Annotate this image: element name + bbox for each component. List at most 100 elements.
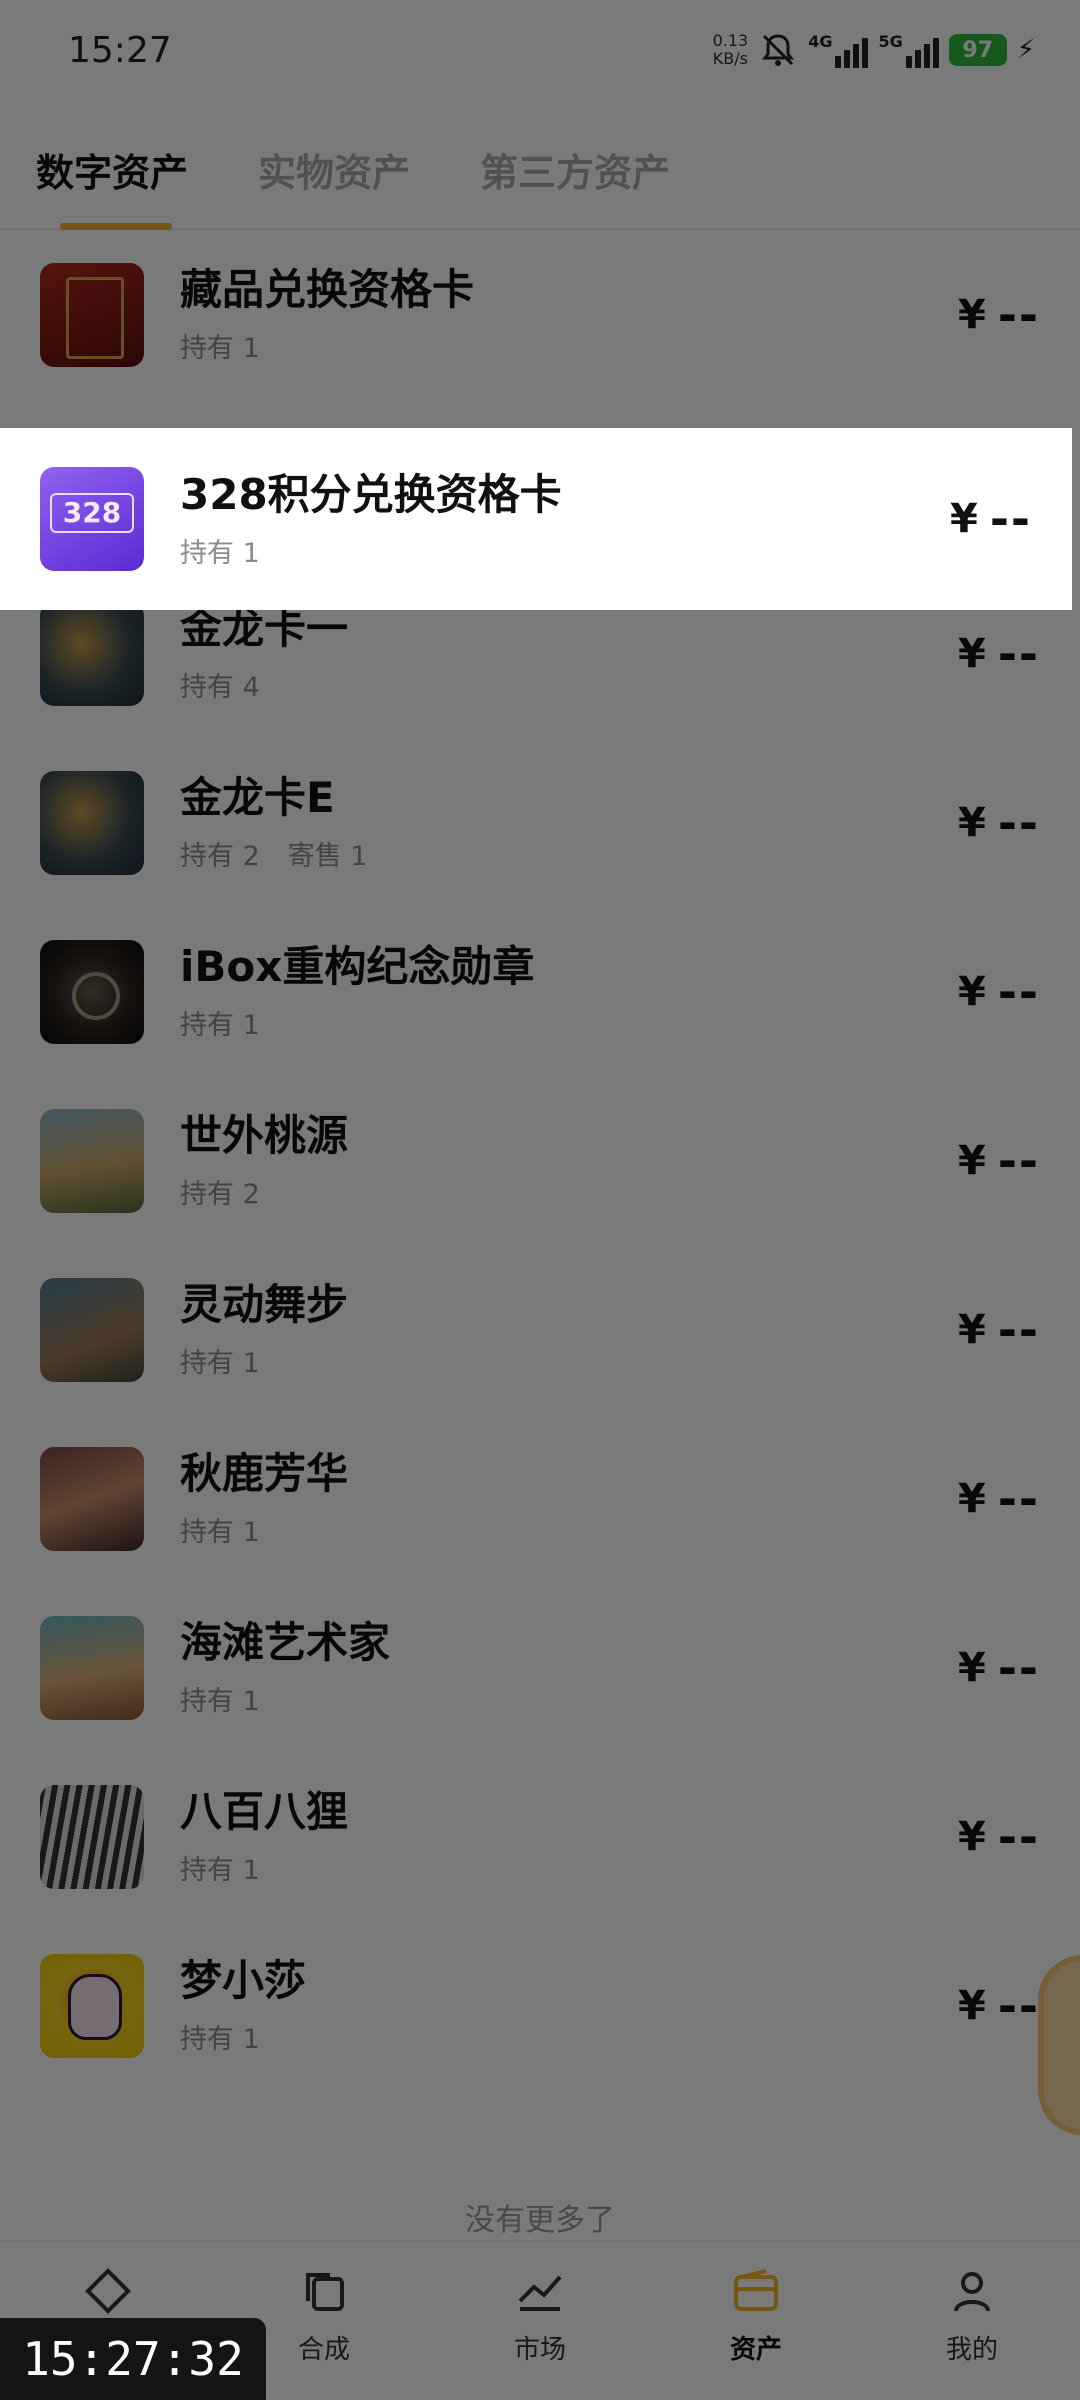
tab-label: 实物资产 — [258, 151, 411, 195]
asset-row[interactable]: 八百八狸 持有 1 ¥ -- — [0, 1752, 1080, 1921]
asset-meta: 持有 1 — [180, 1510, 1080, 1549]
price-value: -- — [997, 1302, 1040, 1357]
asset-price: ¥ -- — [958, 796, 1040, 850]
nav-label: 资产 — [729, 2335, 782, 2365]
asset-meta: 持有 4 — [180, 665, 1080, 704]
asset-meta: 持有 2 寄售 1 — [180, 834, 1080, 873]
price-symbol: ¥ — [957, 1475, 986, 1522]
asset-held-count: 持有 1 — [180, 333, 260, 364]
price-value: -- — [997, 287, 1040, 342]
asset-info: 328积分兑换资格卡 持有 1 — [180, 469, 1072, 570]
asset-meta: 持有 1 — [180, 326, 1080, 365]
profile-icon — [944, 2263, 1000, 2319]
asset-info: 藏品兑换资格卡 持有 1 — [180, 264, 1080, 365]
price-symbol: ¥ — [957, 1982, 986, 2029]
network-speed-value: 0.13 — [712, 31, 749, 50]
asset-meta: 持有 1 — [180, 531, 1072, 570]
nav-market[interactable]: 市场 — [440, 2263, 640, 2366]
nav-profile[interactable]: 我的 — [872, 2263, 1072, 2366]
asset-held-count: 持有 1 — [180, 1517, 260, 1548]
nav-label: 合成 — [297, 2335, 350, 2365]
signal-5g-label: 5G — [878, 32, 903, 51]
asset-tabs: 数字资产 实物资产 第三方资产 — [0, 120, 1080, 230]
price-symbol: ¥ — [957, 1306, 986, 1353]
asset-held-count: 持有 2 — [180, 1179, 260, 1210]
asset-thumbnail — [40, 601, 144, 706]
tab-label: 第三方资产 — [480, 151, 671, 195]
asset-meta: 持有 1 — [180, 1341, 1080, 1380]
asset-thumbnail — [40, 1953, 144, 2058]
price-value: -- — [997, 964, 1040, 1019]
asset-name: 海滩艺术家 — [180, 1618, 391, 1667]
tab-third-party-assets[interactable]: 第三方资产 — [480, 120, 670, 230]
price-value: -- — [997, 626, 1040, 681]
price-symbol: ¥ — [957, 630, 986, 677]
network-speed-unit: KB/s — [712, 49, 748, 68]
asset-held-count: 持有 1 — [180, 1010, 260, 1041]
asset-name: 梦小莎 — [180, 1956, 307, 2005]
asset-price: ¥ -- — [950, 492, 1032, 546]
asset-price: ¥ -- — [958, 1810, 1040, 1864]
price-value: -- — [997, 1471, 1040, 1526]
asset-info: iBox重构纪念勋章 持有 1 — [180, 941, 1080, 1042]
home-icon — [80, 2263, 136, 2319]
asset-row[interactable]: 梦小莎 持有 1 ¥ -- — [0, 1921, 1080, 2090]
price-symbol: ¥ — [949, 496, 978, 542]
signal-4g-icon: 4G — [808, 32, 869, 68]
active-tab-indicator — [60, 223, 172, 230]
highlighted-asset-row[interactable]: 328 328积分兑换资格卡 持有 1 ¥ -- — [0, 428, 1072, 610]
asset-row[interactable]: 秋鹿芳华 持有 1 ¥ -- — [0, 1414, 1080, 1583]
bell-muted-icon — [758, 30, 798, 70]
asset-row[interactable]: 藏品兑换资格卡 持有 1 ¥ -- — [0, 230, 1080, 399]
asset-held-count: 持有 1 — [180, 1686, 260, 1717]
asset-name: iBox重构纪念勋章 — [180, 942, 535, 991]
asset-thumbnail — [40, 770, 144, 875]
asset-thumbnail: 328 — [40, 467, 144, 571]
battery-icon: 97 — [948, 34, 1007, 66]
asset-held-count: 持有 1 — [180, 1348, 260, 1379]
asset-info: 海滩艺术家 持有 1 — [180, 1617, 1080, 1718]
price-symbol: ¥ — [957, 291, 986, 338]
price-value: -- — [997, 795, 1040, 850]
nav-assets[interactable]: 资产 — [656, 2263, 856, 2366]
tab-digital-assets[interactable]: 数字资产 — [36, 120, 188, 230]
asset-name: 金龙卡一 — [180, 604, 349, 653]
asset-name: 秋鹿芳华 — [180, 1449, 349, 1498]
asset-row[interactable]: 金龙卡E 持有 2 寄售 1 ¥ -- — [0, 738, 1080, 907]
tab-physical-assets[interactable]: 实物资产 — [258, 120, 410, 230]
asset-name: 328积分兑换资格卡 — [180, 469, 562, 519]
asset-row[interactable]: iBox重构纪念勋章 持有 1 ¥ -- — [0, 907, 1080, 1076]
asset-thumbnail — [40, 1446, 144, 1551]
price-value: -- — [997, 1133, 1040, 1188]
wallet-icon — [728, 2263, 784, 2319]
market-icon — [512, 2263, 568, 2319]
asset-meta: 持有 2 — [180, 1172, 1080, 1211]
recording-timestamp: 15:27:32 — [0, 2318, 266, 2400]
asset-thumbnail — [40, 1615, 144, 1720]
asset-price: ¥ -- — [958, 1641, 1040, 1695]
asset-price: ¥ -- — [958, 1472, 1040, 1526]
asset-thumbnail — [40, 939, 144, 1044]
compose-icon — [296, 2263, 352, 2319]
asset-meta: 持有 1 — [180, 1848, 1080, 1887]
price-value: -- — [997, 1809, 1040, 1864]
price-symbol: ¥ — [957, 1644, 986, 1691]
price-symbol: ¥ — [957, 1813, 986, 1860]
asset-thumbnail — [40, 1784, 144, 1889]
asset-info: 金龙卡一 持有 4 — [180, 603, 1080, 704]
asset-info: 金龙卡E 持有 2 寄售 1 — [180, 772, 1080, 873]
asset-row[interactable]: 灵动舞步 持有 1 ¥ -- — [0, 1245, 1080, 1414]
network-speed: 0.13 KB/s — [713, 32, 749, 68]
asset-row[interactable]: 海滩艺术家 持有 1 ¥ -- — [0, 1583, 1080, 1752]
asset-row[interactable]: 世外桃源 持有 2 ¥ -- — [0, 1076, 1080, 1245]
floating-side-button[interactable] — [1038, 1955, 1080, 2135]
asset-meta: 持有 1 — [180, 1679, 1080, 1718]
price-value: -- — [997, 1978, 1040, 2033]
tab-label: 数字资产 — [36, 151, 189, 195]
asset-price: ¥ -- — [958, 288, 1040, 342]
asset-name: 世外桃源 — [180, 1111, 349, 1160]
price-symbol: ¥ — [957, 968, 986, 1015]
asset-price: ¥ -- — [958, 965, 1040, 1019]
asset-thumbnail — [40, 1108, 144, 1213]
asset-info: 梦小莎 持有 1 — [180, 1955, 1080, 2056]
